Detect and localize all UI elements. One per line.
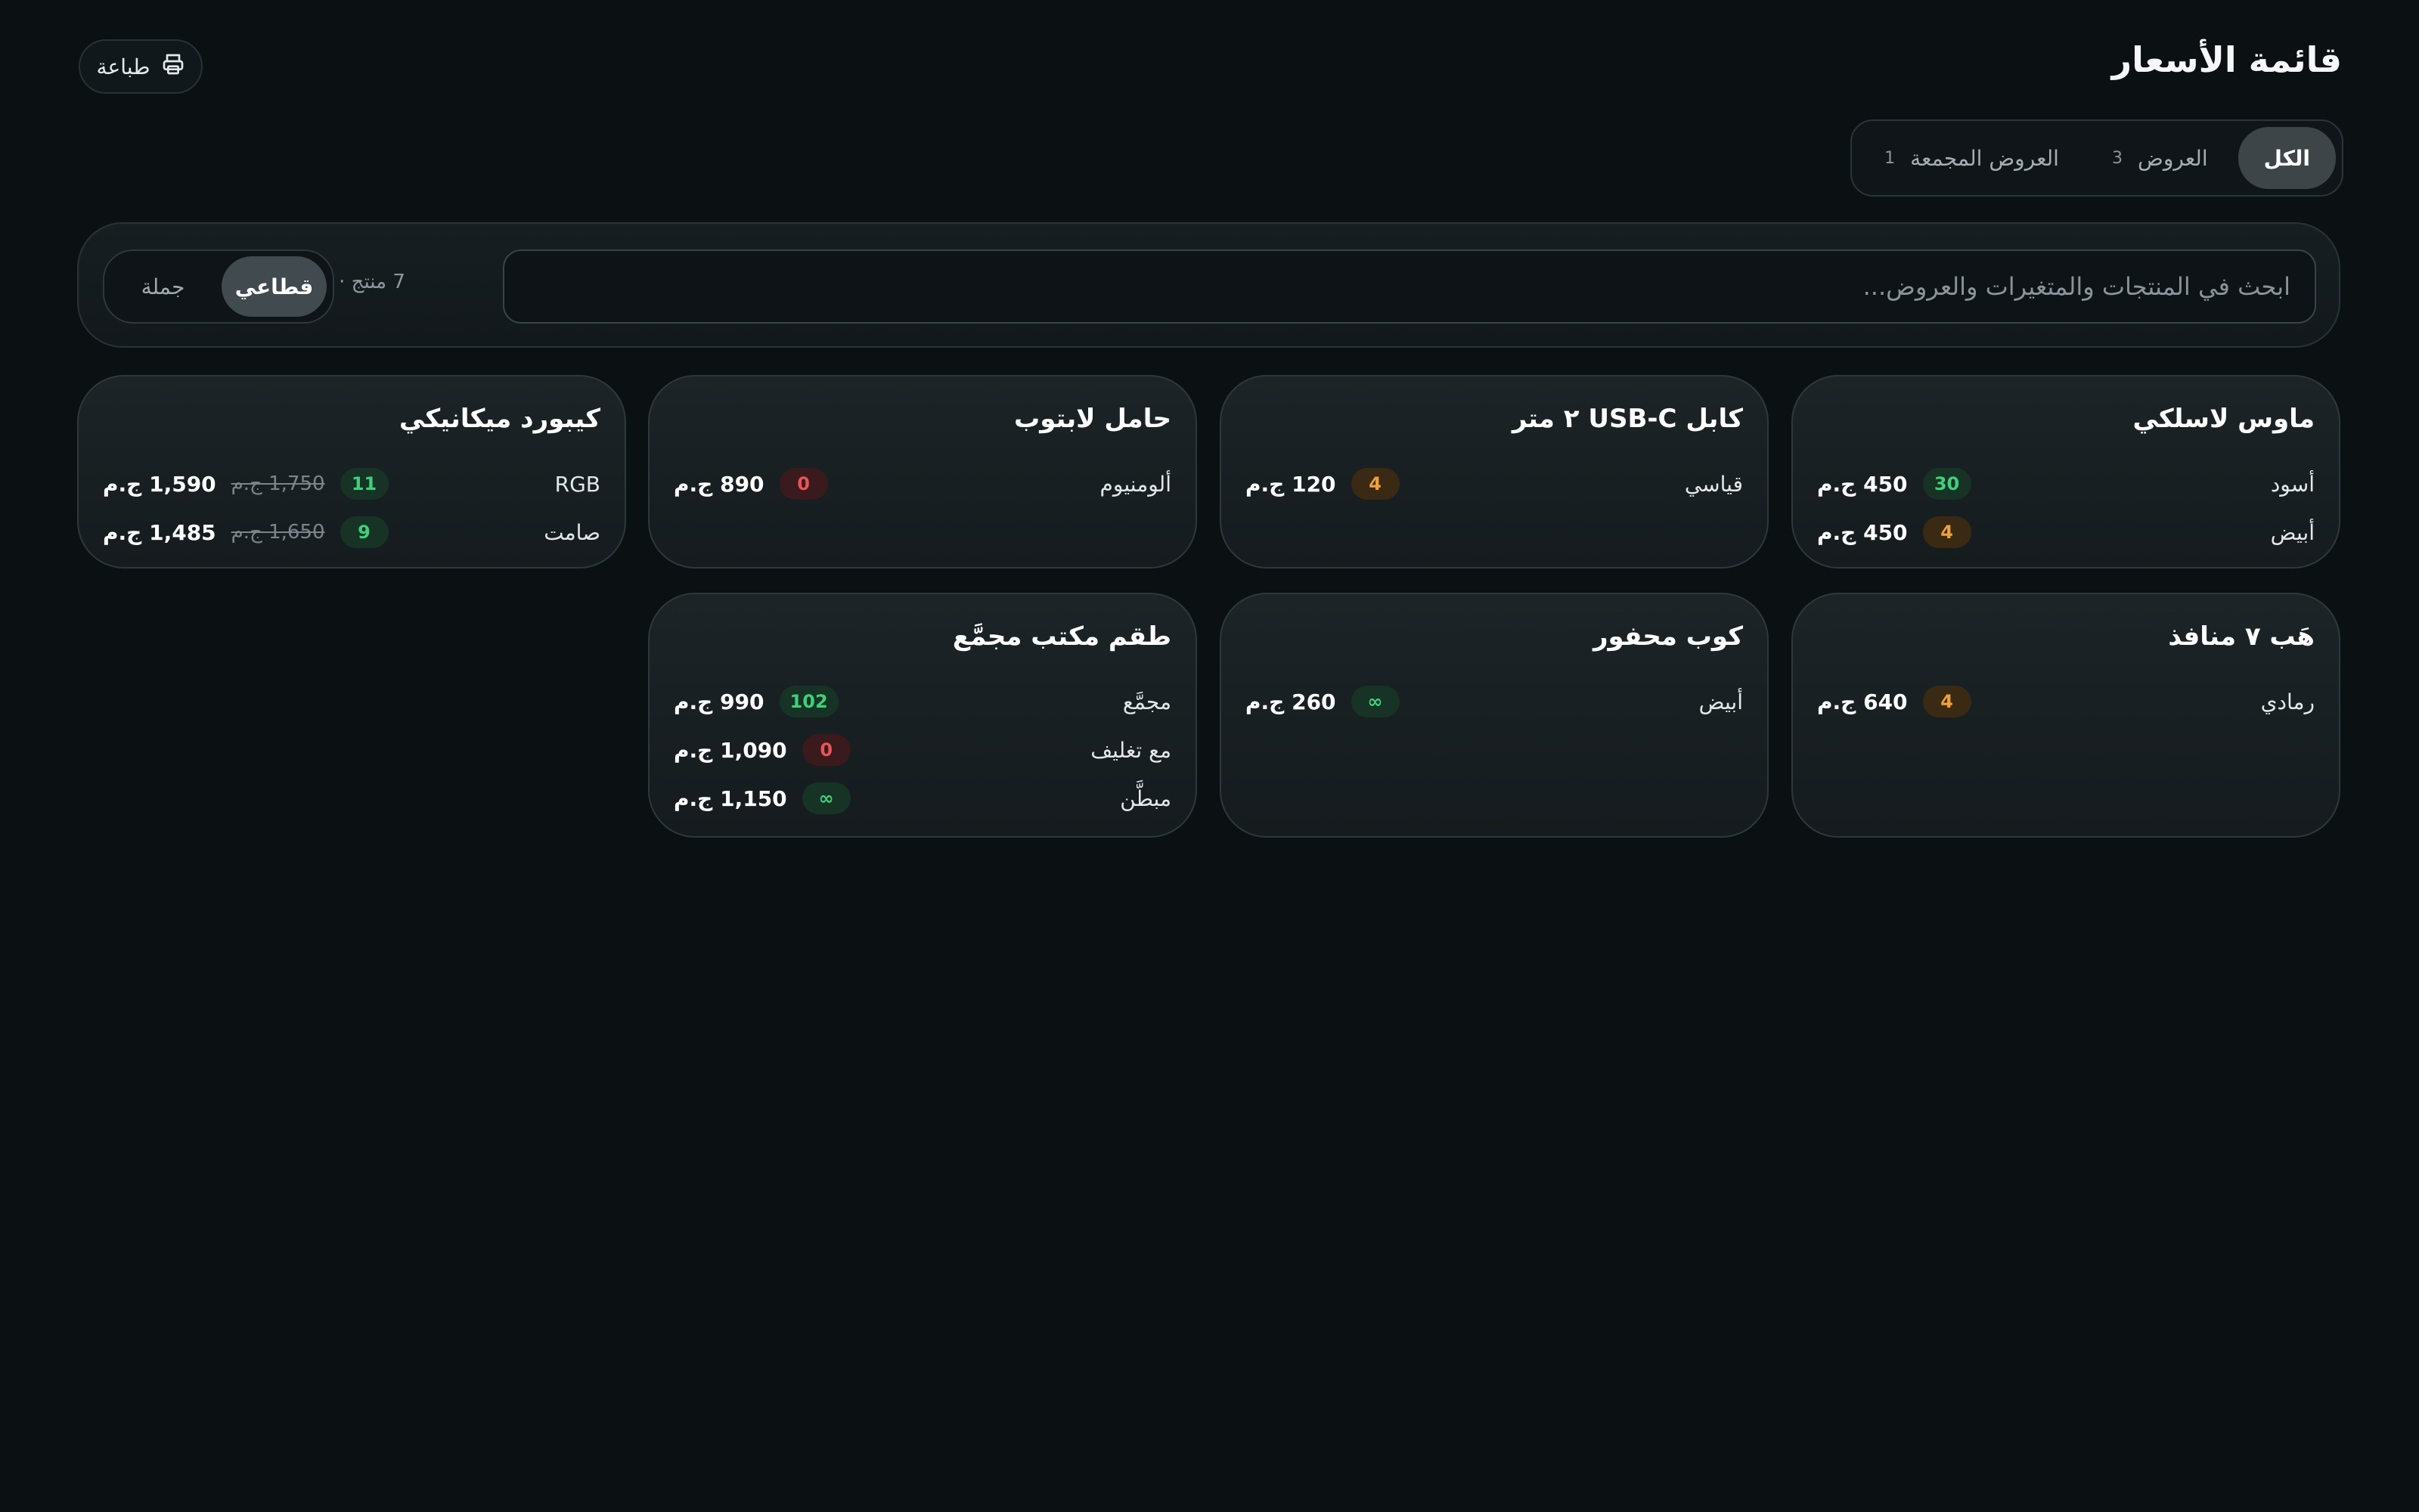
variant-price: 890 ج.م (674, 471, 764, 497)
stock-badge: 4 (1351, 468, 1400, 500)
product-title: كيبورد ميكانيكي (399, 404, 600, 434)
variant-pricing: 890 ج.م 0 (674, 460, 828, 508)
product-title: كوب محفور (1593, 621, 1743, 652)
product-card[interactable]: كيبورد ميكانيكي RGB 1,590 ج.م 1,750 ج.م 11 صا… (77, 375, 626, 569)
stock-badge: 0 (802, 734, 851, 766)
variant-row: صامت 1,485 ج.م 1,650 ج.م 9 (103, 508, 600, 556)
stock-badge: 4 (1922, 516, 1971, 548)
stock-badge: 4 (1922, 686, 1971, 717)
print-button[interactable]: طباعة (79, 39, 203, 94)
variant-row: مجمَّع 990 ج.م 102 (674, 677, 1171, 726)
stock-badge: 11 (340, 468, 389, 500)
product-title: هَب ٧ منافذ (2168, 621, 2315, 652)
variant-price: 1,590 ج.م (103, 471, 216, 497)
variant-pricing: 450 ج.م 4 (1817, 508, 1971, 556)
variant-pricing: 990 ج.م 102 (674, 677, 839, 726)
print-icon (161, 52, 185, 82)
variant-row: أسود 450 ج.م 30 (1817, 460, 2315, 508)
product-title: ماوس لاسلكي (2132, 404, 2315, 434)
variant-name: أبيض (2270, 519, 2315, 545)
variant-name: قياسي (1684, 471, 1743, 497)
tab-label: العروض المجمعة (1910, 145, 2059, 171)
variant-old-price: 1,750 ج.م (231, 472, 325, 495)
print-label: طباعة (96, 54, 150, 79)
variant-row: أبيض 450 ج.م 4 (1817, 508, 2315, 556)
page-title: قائمة الأسعار (2111, 39, 2342, 80)
variant-pricing: 450 ج.م 30 (1817, 460, 1971, 508)
variant-name: رمادي (2260, 689, 2315, 714)
variant-price: 640 ج.م (1817, 689, 1908, 714)
variant-name: RGB (554, 471, 600, 497)
stock-badge: 0 (779, 468, 828, 500)
variant-price: 450 ج.م (1817, 471, 1908, 497)
filter-tabs: الكل العروض 3 العروض المجمعة 1 (1850, 119, 2343, 197)
variant-price: 1,150 ج.م (674, 785, 787, 811)
variant-price: 120 ج.م (1245, 471, 1336, 497)
price-list-page: قائمة الأسعار طباعة الكل العروض 3 العروض… (0, 0, 2419, 1512)
search-box (503, 249, 2316, 324)
product-card[interactable]: حامل لابتوب ألومنيوم 890 ج.م 0 (648, 375, 1197, 569)
variant-row: ألومنيوم 890 ج.م 0 (674, 460, 1171, 508)
product-card[interactable]: ماوس لاسلكي أسود 450 ج.م 30 أبيض 450 ج.م 4 (1791, 375, 2340, 569)
mode-retail-button[interactable]: قطاعي (222, 256, 327, 317)
variant-pricing: 1,590 ج.م 1,750 ج.م 11 (103, 460, 389, 508)
product-card[interactable]: طقم مكتب مجمَّع مجمَّع 990 ج.م 102 مع تغليف 1… (648, 593, 1197, 838)
product-grid: ماوس لاسلكي أسود 450 ج.م 30 أبيض 450 ج.م 4 كابل… (77, 375, 2340, 844)
tab-label: الكل (2263, 145, 2310, 171)
variant-name: مبطَّن (1120, 785, 1171, 811)
tab-count: 3 (2111, 148, 2123, 168)
variant-name: ألومنيوم (1099, 471, 1171, 497)
variant-row: قياسي 120 ج.م 4 (1245, 460, 1743, 508)
tab-offers[interactable]: العروض 3 (2089, 127, 2231, 189)
tab-label: العروض (2137, 145, 2208, 171)
variant-pricing: 260 ج.م ∞ (1245, 677, 1400, 726)
mode-wholesale-button[interactable]: جملة (110, 256, 216, 317)
stock-badge: ∞ (802, 782, 851, 814)
variant-pricing: 640 ج.م 4 (1817, 677, 1971, 726)
product-title: حامل لابتوب (1014, 404, 1171, 434)
variant-price: 1,090 ج.م (674, 737, 787, 763)
product-title: كابل USB-C ٢ متر (1512, 404, 1743, 434)
stock-badge: 9 (340, 516, 389, 548)
variant-row: RGB 1,590 ج.م 1,750 ج.م 11 (103, 460, 600, 508)
product-card[interactable]: كوب محفور أبيض 260 ج.م ∞ (1220, 593, 1769, 838)
variant-pricing: 1,150 ج.م ∞ (674, 774, 851, 823)
variant-old-price: 1,650 ج.م (231, 521, 325, 544)
variant-name: مع تغليف (1090, 737, 1171, 763)
variant-name: مجمَّع (1122, 689, 1171, 714)
stock-badge: 30 (1922, 468, 1971, 500)
variant-pricing: 120 ج.م 4 (1245, 460, 1400, 508)
variant-price: 990 ج.م (674, 689, 764, 714)
tab-bundles[interactable]: العروض المجمعة 1 (1862, 127, 2082, 189)
price-mode-toggle: قطاعي جملة (103, 249, 334, 324)
tab-count: 1 (1884, 148, 1896, 168)
variant-name: أبيض (1698, 689, 1743, 714)
variant-name: أسود (2270, 471, 2315, 497)
variant-name: صامت (544, 519, 600, 545)
product-title: طقم مكتب مجمَّع (952, 621, 1171, 652)
variant-price: 260 ج.م (1245, 689, 1336, 714)
variant-price: 450 ج.م (1817, 519, 1908, 545)
tab-all[interactable]: الكل (2238, 127, 2336, 189)
variant-row: رمادي 640 ج.م 4 (1817, 677, 2315, 726)
stock-badge: ∞ (1351, 686, 1400, 717)
variant-price: 1,485 ج.م (103, 519, 216, 545)
variant-row: مع تغليف 1,090 ج.م 0 (674, 726, 1171, 774)
variant-pricing: 1,090 ج.م 0 (674, 726, 851, 774)
search-input[interactable] (529, 272, 2290, 301)
product-card[interactable]: هَب ٧ منافذ رمادي 640 ج.م 4 (1791, 593, 2340, 838)
variant-row: مبطَّن 1,150 ج.م ∞ (674, 774, 1171, 823)
stock-badge: 102 (779, 686, 839, 717)
variant-pricing: 1,485 ج.م 1,650 ج.م 9 (103, 508, 389, 556)
variant-row: أبيض 260 ج.م ∞ (1245, 677, 1743, 726)
product-card[interactable]: كابل USB-C ٢ متر قياسي 120 ج.م 4 (1220, 375, 1769, 569)
filter-bar: 7 منتج · 11 متغير قطاعي جملة (77, 222, 2340, 348)
